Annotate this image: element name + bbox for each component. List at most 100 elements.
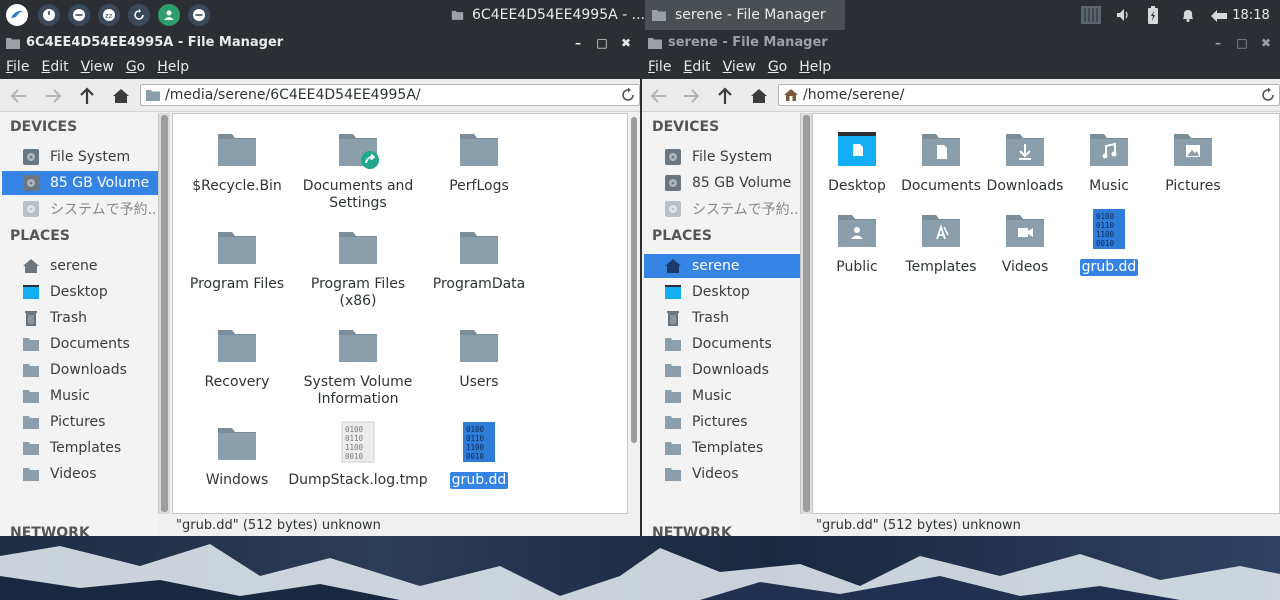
sidebar-item-documents[interactable]: Documents <box>644 332 800 356</box>
documents-icon <box>22 335 40 353</box>
sidebar-item-downloads[interactable]: Downloads <box>2 358 158 382</box>
menu-help[interactable]: Help <box>157 59 189 75</box>
file-item[interactable]: ProgramData <box>419 224 539 293</box>
lock-icon[interactable] <box>188 4 210 26</box>
sidebar-item-85gb-volume[interactable]: 85 GB Volume <box>2 171 158 195</box>
maximize-icon[interactable]: □ <box>1230 30 1254 55</box>
sidebar-item-label: Music <box>692 388 732 404</box>
restart-icon[interactable] <box>128 4 150 26</box>
sidebar-item-downloads[interactable]: Downloads <box>644 358 800 382</box>
menu-go[interactable]: Go <box>126 59 145 75</box>
sidebar-item-file-system[interactable]: File System <box>2 145 158 169</box>
file-item[interactable]: Windows <box>177 420 297 489</box>
reload-icon[interactable] <box>1260 87 1276 103</box>
user-icon[interactable] <box>158 4 180 26</box>
sidebar-item-serene[interactable]: serene <box>2 254 158 278</box>
power-icon[interactable] <box>38 4 60 26</box>
sidebar-item-system-reserved[interactable]: システムで予約... <box>2 197 158 221</box>
minimize-icon[interactable]: – <box>566 30 590 55</box>
home-icon[interactable] <box>108 83 134 109</box>
status-bar: "grub.dd" (512 bytes) unknown <box>172 514 640 536</box>
sidebar-item-system-reserved[interactable]: システムで予約... <box>644 197 800 221</box>
workspace-icon[interactable] <box>1075 0 1107 30</box>
sidebar-item-desktop[interactable]: Desktop <box>644 280 800 304</box>
minimize-icon[interactable]: – <box>1206 30 1230 55</box>
close-icon[interactable]: ✖ <box>614 30 638 55</box>
file-item[interactable]: 0100 0110 1100 0010 grub.dd <box>419 420 539 489</box>
sidebar-item-serene[interactable]: serene <box>644 254 800 278</box>
menu-file[interactable]: File <box>6 59 29 75</box>
menu-view[interactable]: View <box>81 59 114 75</box>
folder-icon <box>336 224 380 272</box>
file-item[interactable]: 0100 0110 1100 0010 grub.dd <box>1049 207 1169 276</box>
menu-help[interactable]: Help <box>799 59 831 75</box>
file-item[interactable]: Users <box>419 322 539 391</box>
back-icon[interactable] <box>6 83 32 109</box>
file-item[interactable]: Program Files (x86) <box>298 224 418 310</box>
app-menu-icon[interactable] <box>6 4 28 26</box>
sidebar-item-file-system[interactable]: File System <box>644 145 800 169</box>
taskbar-button-right-window[interactable]: serene - File Manager <box>645 0 845 30</box>
file-item[interactable]: 0100 0110 1100 0010 DumpStack.log.tmp <box>288 420 428 489</box>
suspend-icon[interactable]: zz <box>98 4 120 26</box>
menu-file[interactable]: File <box>648 59 671 75</box>
file-item[interactable]: Program Files <box>177 224 297 293</box>
drive-icon <box>22 200 40 218</box>
volume-icon[interactable] <box>1110 0 1136 30</box>
title-bar[interactable]: serene - File Manager – □ ✖ <box>642 30 1280 55</box>
templates-icon <box>22 439 40 457</box>
sidebar-item-label: serene <box>692 258 740 274</box>
battery-icon[interactable] <box>1140 0 1166 30</box>
title-bar[interactable]: 6C4EE4D54EE4995A - File Manager – □ ✖ <box>0 30 640 55</box>
sidebar-item-desktop[interactable]: Desktop <box>2 280 158 304</box>
sidebar-item-music[interactable]: Music <box>2 384 158 408</box>
music-icon <box>22 387 40 405</box>
menu-edit[interactable]: Edit <box>683 59 710 75</box>
sidebar-item-pictures[interactable]: Pictures <box>2 410 158 434</box>
location-bar[interactable]: /home/serene/ <box>778 84 1280 106</box>
up-icon[interactable] <box>712 83 738 109</box>
maximize-icon[interactable]: □ <box>590 30 614 55</box>
sidebar-item-documents[interactable]: Documents <box>2 332 158 356</box>
svg-text:0100: 0100 <box>466 425 485 434</box>
menu-edit[interactable]: Edit <box>41 59 68 75</box>
sidebar-item-videos[interactable]: Videos <box>2 462 158 486</box>
location-bar[interactable]: /media/serene/6C4EE4D54EE4995A/ <box>140 84 640 106</box>
menu-go[interactable]: Go <box>768 59 787 75</box>
file-item[interactable]: Recovery <box>177 322 297 391</box>
back-icon[interactable] <box>646 83 672 109</box>
taskbar-button-left-window[interactable]: 6C4EE4D54EE4995A - ... <box>445 0 645 30</box>
sidebar-item-85gb-volume[interactable]: 85 GB Volume <box>644 171 800 195</box>
forward-icon[interactable] <box>40 83 66 109</box>
file-item[interactable]: PerfLogs <box>419 126 539 195</box>
folder-icon <box>146 90 160 101</box>
notification-bell-icon[interactable] <box>1175 0 1201 30</box>
file-item[interactable]: $Recycle.Bin <box>177 126 297 195</box>
logout-icon[interactable] <box>68 4 90 26</box>
sidebar-item-videos[interactable]: Videos <box>644 462 800 486</box>
sidebar-scrollbar[interactable] <box>158 113 170 514</box>
file-item[interactable]: System Volume Information <box>298 322 418 408</box>
file-name: Desktop <box>828 178 886 194</box>
file-view-scrollbar[interactable] <box>628 113 640 514</box>
close-icon[interactable]: ✖ <box>1254 30 1278 55</box>
sidebar-item-trash[interactable]: Trash <box>644 306 800 330</box>
sidebar-item-pictures[interactable]: Pictures <box>644 410 800 434</box>
file-item[interactable]: Documents and Settings <box>298 126 418 212</box>
file-name: Recovery <box>204 374 270 390</box>
menu-view[interactable]: View <box>723 59 756 75</box>
network-header: NETWORK <box>10 525 90 536</box>
clock[interactable]: 18:18 <box>1222 0 1280 30</box>
sidebar-item-music[interactable]: Music <box>644 384 800 408</box>
sidebar-item-templates[interactable]: Templates <box>2 436 158 460</box>
svg-text:0110: 0110 <box>466 434 485 443</box>
sidebar-item-trash[interactable]: Trash <box>2 306 158 330</box>
file-item[interactable]: Pictures <box>1133 126 1253 195</box>
forward-icon[interactable] <box>678 83 704 109</box>
reload-icon[interactable] <box>620 87 636 103</box>
sidebar-item-templates[interactable]: Templates <box>644 436 800 460</box>
home-icon[interactable] <box>746 83 772 109</box>
sidebar-item-label: File System <box>692 149 773 165</box>
svg-text:1100: 1100 <box>1096 230 1115 239</box>
up-icon[interactable] <box>74 83 100 109</box>
